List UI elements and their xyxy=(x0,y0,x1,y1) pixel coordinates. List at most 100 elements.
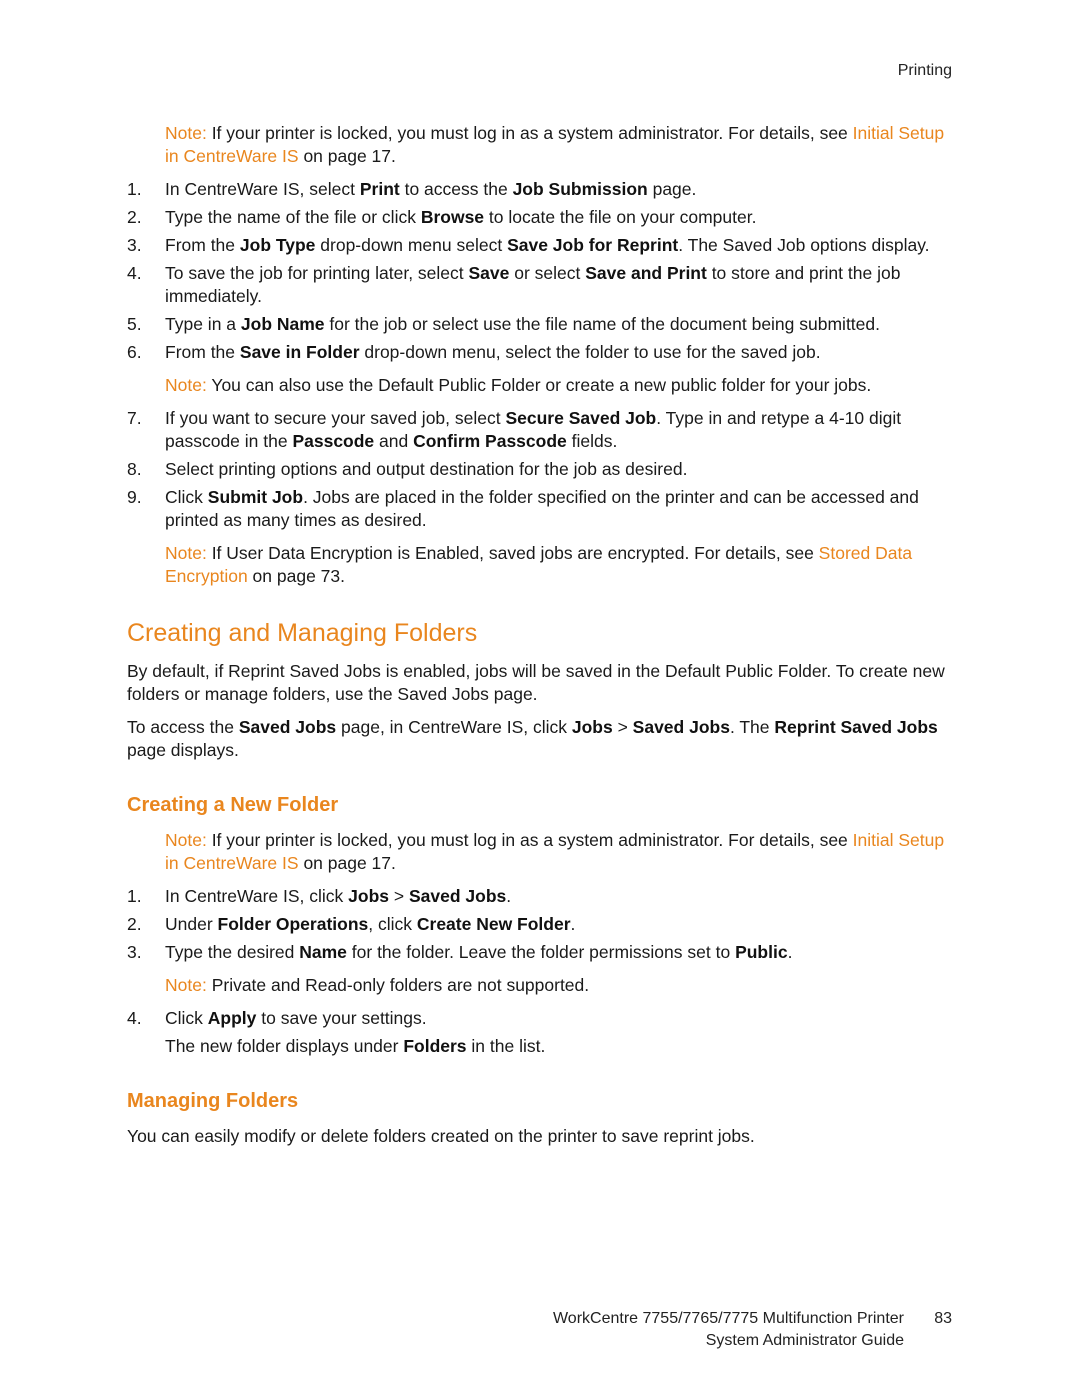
ui-term: Save in Folder xyxy=(239,342,360,362)
create-folder-steps: 1. In CentreWare IS, click Jobs > Saved J… xyxy=(127,885,957,1058)
step-item: 2. Type the name of the file or click Bro… xyxy=(127,206,957,229)
section-intro-paragraph: By default, if Reprint Saved Jobs is ena… xyxy=(127,661,945,704)
ui-term: Saved Jobs xyxy=(238,717,337,737)
ui-term: Submit Job xyxy=(207,487,304,507)
text-run: in the list. xyxy=(466,1036,546,1056)
ui-term: Save Job for Reprint xyxy=(507,235,679,255)
text-run: on page 73. xyxy=(247,566,345,586)
step-item: 8. Select printing options and output des… xyxy=(127,458,957,481)
step-number: 2. xyxy=(127,914,142,934)
text-run: . xyxy=(787,942,793,962)
ui-term: Jobs xyxy=(348,886,390,906)
ui-term: Browse xyxy=(420,207,485,227)
saved-jobs-access-paragraph: To access the Saved Jobs page, in Centre… xyxy=(127,716,957,762)
page-content: Note: If your printer is locked, you mus… xyxy=(127,122,957,1158)
locked-printer-note: Note: If your printer is locked, you mus… xyxy=(165,122,957,168)
step-item: 1. In CentreWare IS, select Print to acce… xyxy=(127,178,957,201)
text-run: Under xyxy=(165,914,218,934)
text-run: In CentreWare IS, select xyxy=(165,179,360,199)
text-run: Type the desired xyxy=(165,942,300,962)
ui-term: Public xyxy=(735,942,788,962)
step-number: 2. xyxy=(127,207,142,227)
step-item: 3. Type the desired Name for the folder. … xyxy=(127,941,957,997)
text-run: to access the xyxy=(399,179,513,199)
step-item: 9. Click Submit Job. Jobs are placed in t… xyxy=(127,486,957,588)
text-run: Private and Read-only folders are not su… xyxy=(206,975,590,995)
step-item: 4. Click Apply to save your settings. The … xyxy=(127,1007,957,1058)
step-number: 1. xyxy=(127,886,142,906)
text-run: , click xyxy=(368,914,417,934)
text-run: to locate the file on your computer. xyxy=(484,207,757,227)
note-text: If your printer is locked, you must log … xyxy=(206,123,853,143)
text-run: . The xyxy=(729,717,775,737)
managing-folders-text: You can easily modify or delete folders … xyxy=(127,1126,755,1146)
step-note: Note: If User Data Encryption is Enabled… xyxy=(165,542,957,588)
ui-term: Print xyxy=(359,179,400,199)
text-run: page displays. xyxy=(127,740,239,760)
text-run: If User Data Encryption is Enabled, save… xyxy=(206,543,819,563)
ui-term: Name xyxy=(299,942,347,962)
ui-term: Saved Jobs xyxy=(632,717,730,737)
step-result: The new folder displays under Folders in… xyxy=(165,1035,957,1058)
page-number: 83 xyxy=(934,1310,952,1327)
text-run: To access the xyxy=(127,717,239,737)
text-run: If you want to secure your saved job, se… xyxy=(165,408,506,428)
ui-term: Apply xyxy=(207,1008,257,1028)
step-number: 3. xyxy=(127,235,142,255)
note-suffix: on page 17. xyxy=(298,853,396,873)
step-text: In CentreWare IS, click Jobs > Saved Job… xyxy=(165,886,511,906)
note-accent-text: Note: xyxy=(165,975,207,995)
create-folder-locked-note: Note: If your printer is locked, you mus… xyxy=(165,829,957,875)
text-run: . The Saved Job options display. xyxy=(678,235,930,255)
ui-term: Secure Saved Job xyxy=(505,408,657,428)
text-run: drop-down menu, select the folder to use… xyxy=(359,342,821,362)
footer-guide-name: System Administrator Guide xyxy=(705,1332,904,1349)
step-text: From the Job Type drop-down menu select … xyxy=(165,235,930,255)
note-suffix: on page 17. xyxy=(298,146,396,166)
text-run: Type in a xyxy=(165,314,241,334)
text-run: > xyxy=(389,886,409,906)
text-run: To save the job for printing later, sele… xyxy=(165,263,469,283)
save-job-steps: 1. In CentreWare IS, select Print to acce… xyxy=(127,178,957,588)
managing-folders-title: Managing Folders xyxy=(127,1090,299,1112)
step-text: Select printing options and output desti… xyxy=(165,459,687,479)
ui-term: Create New Folder xyxy=(416,914,571,934)
step-number: 5. xyxy=(127,314,142,334)
ui-term: Folder Operations xyxy=(217,914,369,934)
step-item: 7. If you want to secure your saved job, … xyxy=(127,407,957,453)
text-run: and xyxy=(374,431,414,451)
step-note: Note: You can also use the Default Publi… xyxy=(165,374,957,397)
step-text: From the Save in Folder drop-down menu, … xyxy=(165,342,821,362)
note-accent-text: Note: xyxy=(165,375,212,395)
text-run: fields. xyxy=(566,431,618,451)
step-item: 2. Under Folder Operations, click Create … xyxy=(127,913,957,936)
section-title: Creating and Managing Folders xyxy=(127,619,478,647)
step-text: If you want to secure your saved job, se… xyxy=(165,408,901,451)
text-run: or select xyxy=(509,263,586,283)
step-note: Note: Private and Read-only folders are … xyxy=(165,974,957,997)
note-accent-text: Note: xyxy=(165,543,207,563)
ui-term: Job Type xyxy=(239,235,316,255)
step-item: 5. Type in a Job Name for the job or sele… xyxy=(127,313,957,336)
ui-term: Job Submission xyxy=(512,179,648,199)
step-text: Type the desired Name for the folder. Le… xyxy=(165,942,792,962)
page-footer: WorkCentre 7755/7765/7775 Multifunction … xyxy=(553,1308,952,1352)
text-run: The new folder displays under xyxy=(165,1036,404,1056)
ui-term: Jobs xyxy=(571,717,613,737)
step-number: 4. xyxy=(127,263,142,283)
step-number: 1. xyxy=(127,179,142,199)
step-text: Click Submit Job. Jobs are placed in the… xyxy=(165,487,919,530)
note-text: If your printer is locked, you must log … xyxy=(206,830,853,850)
text-run: Type the name of the file or click xyxy=(165,207,421,227)
step-text: In CentreWare IS, select Print to access… xyxy=(165,179,696,199)
step-number: 6. xyxy=(127,342,142,362)
ui-term: Saved Jobs xyxy=(408,886,507,906)
ui-term: Save and Print xyxy=(585,263,707,283)
note-label: Note: xyxy=(165,123,207,143)
ui-term: Job Name xyxy=(240,314,325,334)
ui-term: Save xyxy=(468,263,510,283)
ui-term: Confirm Passcode xyxy=(413,431,567,451)
text-run: From the xyxy=(165,342,240,362)
running-header-section: Printing xyxy=(897,62,952,79)
step-item: 4. To save the job for printing later, se… xyxy=(127,262,957,308)
